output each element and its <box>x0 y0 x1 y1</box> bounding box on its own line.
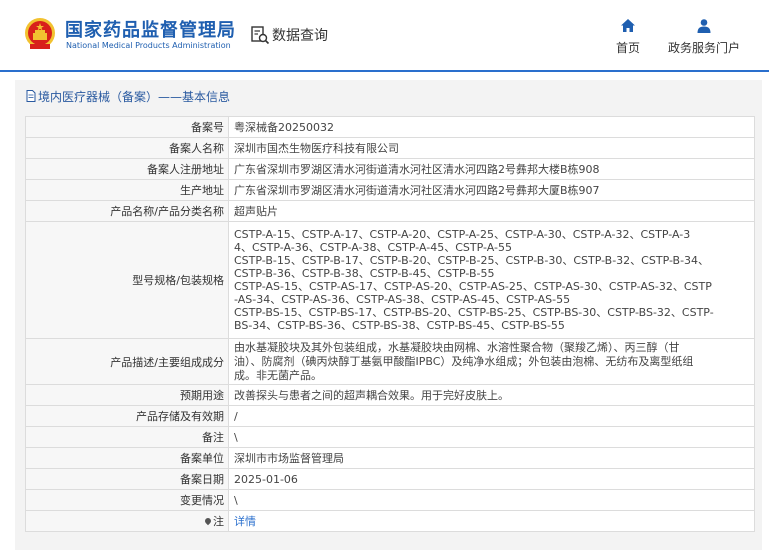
note-label: 注 <box>25 510 229 532</box>
model-spec-line: CSTP-A-15、CSTP-A-17、CSTP-A-20、CSTP-A-25、… <box>234 228 691 241</box>
table-row: 备案人名称 深圳市国杰生物医疗科技有限公司 <box>25 137 755 159</box>
record-detail-table: 备案号 粤深械备20250032 备案人名称 深圳市国杰生物医疗科技有限公司 备… <box>25 116 755 532</box>
table-row: 产品存储及有效期 / <box>25 405 755 427</box>
description-value: 由水基凝胶块及其外包装组成，水基凝胶块由网棉、水溶性聚合物（聚羧乙烯）、丙三醇（… <box>228 338 755 385</box>
nav-service-portal-label: 政务服务门户 <box>667 41 740 55</box>
data-query-link[interactable]: 数据查询 <box>250 24 328 46</box>
table-row: 注 详情 <box>25 510 755 532</box>
table-row: 备案人注册地址 广东省深圳市罗湖区清水河街道清水河社区清水河四路2号彝邦大楼B栋… <box>25 158 755 180</box>
table-row: 生产地址 广东省深圳市罗湖区清水河街道清水河社区清水河四路2号彝邦大厦B栋907 <box>25 179 755 201</box>
model-spec-line: 4、CSTP-A-36、CSTP-A-38、CSTP-A-45、CSTP-A-5… <box>234 241 513 254</box>
model-spec-line: BS-34、CSTP-BS-36、CSTP-BS-38、CSTP-BS-45、C… <box>234 319 565 332</box>
table-row: 备案单位 深圳市市场监督管理局 <box>25 447 755 469</box>
site-subtitle: National Medical Products Administration <box>66 41 231 50</box>
model-spec-line: CSTP-BS-15、CSTP-BS-17、CSTP-BS-20、CSTP-BS… <box>234 306 714 319</box>
field-label: 备案单位 <box>25 447 229 469</box>
breadcrumb: 境内医疗器械（备案）——基本信息 <box>26 88 230 104</box>
nav-service-portal[interactable]: 政务服务门户 <box>667 18 741 56</box>
storage-value: / <box>228 405 755 427</box>
note-label-text: 注 <box>213 515 224 528</box>
site-title[interactable]: 国家药品监督管理局 <box>65 16 236 42</box>
description-line: 成。非无菌产品。 <box>234 368 322 382</box>
product-name-value: 超声贴片 <box>228 200 755 222</box>
field-label: 产品存储及有效期 <box>25 405 229 427</box>
table-row: 型号规格/包装规格 CSTP-A-15、CSTP-A-17、CSTP-A-20、… <box>25 221 755 339</box>
details-link[interactable]: 详情 <box>234 515 256 528</box>
pin-icon <box>203 516 213 526</box>
user-icon <box>697 19 711 33</box>
model-spec-line: -AS-34、CSTP-AS-36、CSTP-AS-38、CSTP-AS-45、… <box>234 293 571 306</box>
table-row: 备注 \ <box>25 426 755 448</box>
model-spec-value: CSTP-A-15、CSTP-A-17、CSTP-A-20、CSTP-A-25、… <box>228 221 755 339</box>
note-value: 详情 <box>228 510 755 532</box>
data-query-label: 数据查询 <box>272 28 328 44</box>
national-emblem-icon <box>25 18 55 49</box>
description-line: 由水基凝胶块及其外包装组成，水基凝胶块由网棉、水溶性聚合物（聚羧乙烯）、丙三醇（… <box>234 340 680 354</box>
model-spec-line: CSTP-AS-15、CSTP-AS-17、CSTP-AS-20、CSTP-AS… <box>234 280 712 293</box>
document-icon <box>26 90 36 102</box>
field-label: 备案人名称 <box>25 137 229 159</box>
header-divider <box>0 70 769 72</box>
record-number-value: 粤深械备20250032 <box>228 116 755 138</box>
model-spec-line: CSTP-B-36、CSTP-B-38、CSTP-B-45、CSTP-B-55 <box>234 267 495 280</box>
field-label: 产品描述/主要组成成分 <box>25 338 229 385</box>
nav-home-label: 首页 <box>615 41 640 55</box>
data-query-icon <box>251 26 270 45</box>
field-label: 变更情况 <box>25 489 229 511</box>
intended-use-value: 改善探头与患者之间的超声耦合效果。用于完好皮肤上。 <box>228 384 755 406</box>
description-line: 油）、防腐剂（碘丙炔醇丁基氨甲酸酯IPBC）及纯净水组成；外包装由泡棉、无纺布及… <box>234 354 694 368</box>
nav-home[interactable]: 首页 <box>612 18 644 56</box>
field-label: 备案日期 <box>25 468 229 490</box>
authority-value: 深圳市市场监督管理局 <box>228 447 755 469</box>
breadcrumb-text[interactable]: 境内医疗器械（备案）——基本信息 <box>38 88 230 105</box>
home-icon <box>621 19 635 32</box>
registered-address-value: 广东省深圳市罗湖区清水河街道清水河社区清水河四路2号彝邦大楼B栋908 <box>228 158 755 180</box>
table-row: 变更情况 \ <box>25 489 755 511</box>
remark-value: \ <box>228 426 755 448</box>
site-header: 国家药品监督管理局 National Medical Products Admi… <box>0 0 769 70</box>
field-label: 备案人注册地址 <box>25 158 229 180</box>
table-row: 备案号 粤深械备20250032 <box>25 116 755 138</box>
table-row: 产品描述/主要组成成分 由水基凝胶块及其外包装组成，水基凝胶块由网棉、水溶性聚合… <box>25 338 755 385</box>
field-label: 生产地址 <box>25 179 229 201</box>
field-label: 备注 <box>25 426 229 448</box>
field-label: 预期用途 <box>25 384 229 406</box>
production-address-value: 广东省深圳市罗湖区清水河街道清水河社区清水河四路2号彝邦大厦B栋907 <box>228 179 755 201</box>
table-row: 备案日期 2025-01-06 <box>25 468 755 490</box>
changes-value: \ <box>228 489 755 511</box>
field-label: 型号规格/包装规格 <box>25 221 229 339</box>
registrant-value: 深圳市国杰生物医疗科技有限公司 <box>228 137 755 159</box>
table-row: 预期用途 改善探头与患者之间的超声耦合效果。用于完好皮肤上。 <box>25 384 755 406</box>
record-date-value: 2025-01-06 <box>228 468 755 490</box>
field-label: 产品名称/产品分类名称 <box>25 200 229 222</box>
field-label: 备案号 <box>25 116 229 138</box>
table-row: 产品名称/产品分类名称 超声贴片 <box>25 200 755 222</box>
model-spec-line: CSTP-B-15、CSTP-B-17、CSTP-B-20、CSTP-B-25、… <box>234 254 710 267</box>
